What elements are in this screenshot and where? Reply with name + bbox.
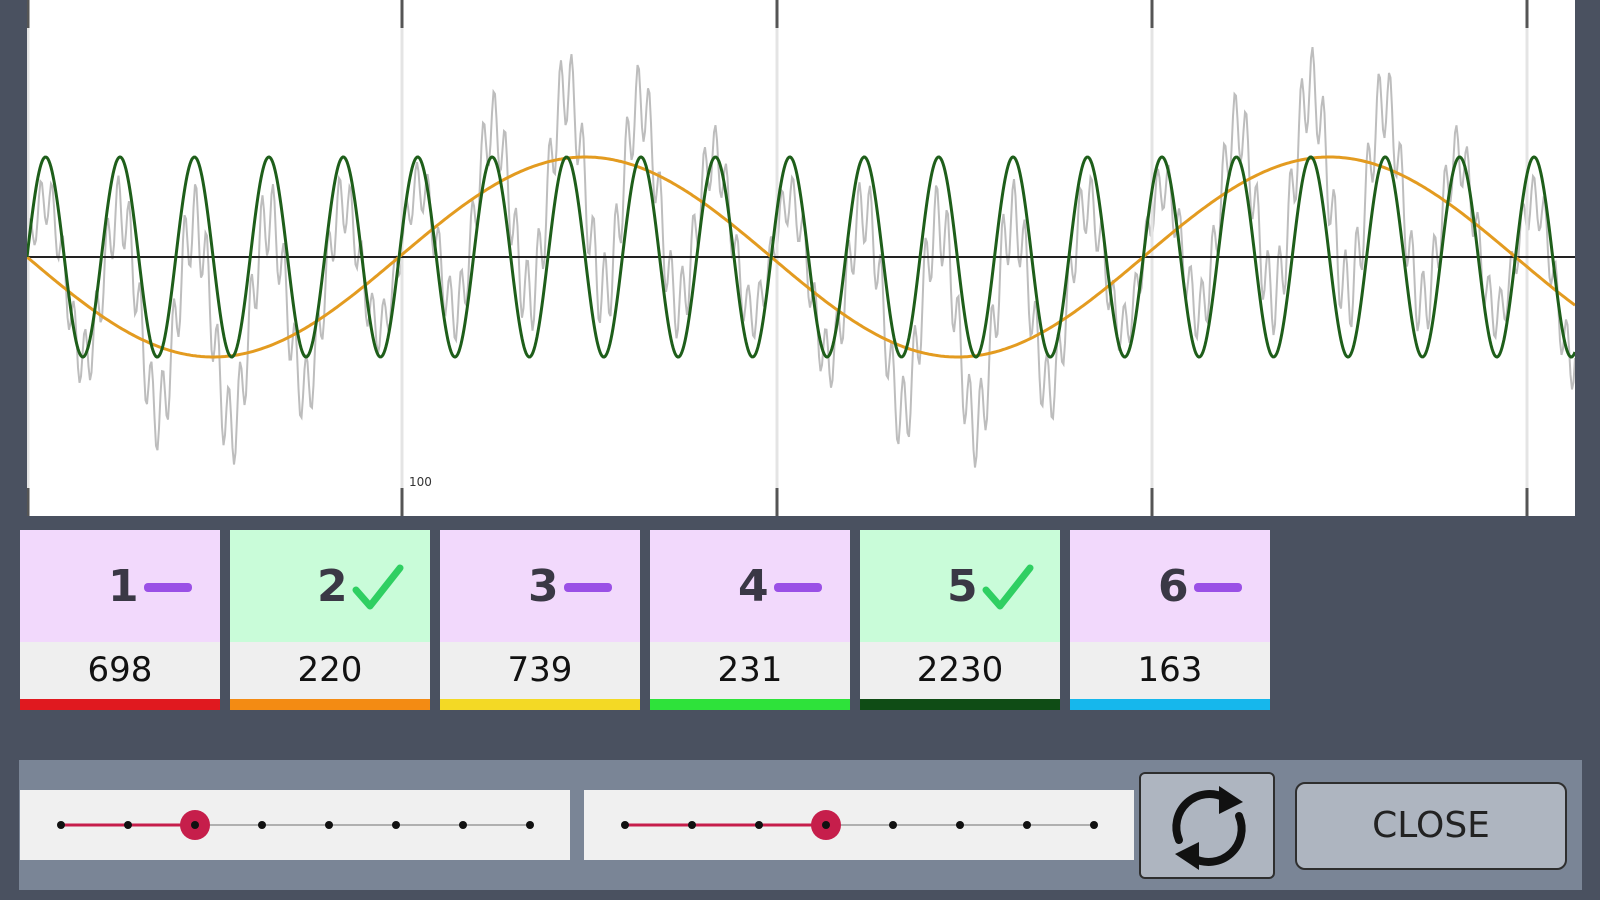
chip-number: 2: [317, 561, 348, 612]
slider-stop[interactable]: [124, 821, 132, 829]
slider-thumb-center: [822, 821, 830, 829]
channel-chip-4[interactable]: 4 231: [650, 530, 850, 710]
chip-header: 4: [650, 530, 850, 642]
slider-2[interactable]: [584, 790, 1134, 860]
slider-stop[interactable]: [325, 821, 333, 829]
dash-icon: [1194, 583, 1242, 592]
slider-stop[interactable]: [889, 821, 897, 829]
chip-header: 3: [440, 530, 640, 642]
refresh-icon: [1172, 786, 1246, 870]
chip-number: 6: [1158, 561, 1189, 612]
channel-chip-3[interactable]: 3 739: [440, 530, 640, 710]
waveform-svg: 100: [27, 0, 1575, 516]
slider-stop[interactable]: [621, 821, 629, 829]
dash-icon: [564, 583, 612, 592]
close-button[interactable]: CLOSE: [1295, 782, 1567, 870]
chip-value: 739: [440, 642, 640, 699]
chip-number: 5: [947, 561, 978, 612]
slider-stop[interactable]: [688, 821, 696, 829]
chip-header: 5: [860, 530, 1060, 642]
channel-chip-6[interactable]: 6 163: [1070, 530, 1270, 710]
chip-value: 2230: [860, 642, 1060, 699]
channel-chip-2[interactable]: 2 220: [230, 530, 430, 710]
chip-color-bar: [20, 699, 220, 710]
slider-stop[interactable]: [1023, 821, 1031, 829]
chip-color-bar: [230, 699, 430, 710]
chip-header: 6: [1070, 530, 1270, 642]
chip-number: 3: [528, 561, 559, 612]
chip-color-bar: [650, 699, 850, 710]
waveform-plot: 100: [27, 0, 1575, 516]
refresh-button[interactable]: [1139, 772, 1275, 879]
slider-2-track[interactable]: [584, 790, 1134, 860]
slider-stop[interactable]: [57, 821, 65, 829]
checkmark-icon: [352, 564, 404, 610]
chip-header: 2: [230, 530, 430, 642]
chip-header: 1: [20, 530, 220, 642]
checkmark-icon: [982, 564, 1034, 610]
slider-stop[interactable]: [526, 821, 534, 829]
chip-color-bar: [1070, 699, 1270, 710]
channel-chip-1[interactable]: 1 698: [20, 530, 220, 710]
chip-number: 4: [738, 561, 769, 612]
slider-1-track[interactable]: [20, 790, 570, 860]
chip-value: 220: [230, 642, 430, 699]
chip-value: 231: [650, 642, 850, 699]
chip-number: 1: [108, 561, 139, 612]
slider-stop[interactable]: [956, 821, 964, 829]
slider-thumb-center: [191, 821, 199, 829]
axis-marker-label: 100: [409, 475, 432, 489]
channel-chip-5[interactable]: 5 2230: [860, 530, 1060, 710]
slider-stop[interactable]: [1090, 821, 1098, 829]
slider-stop[interactable]: [258, 821, 266, 829]
chip-value: 163: [1070, 642, 1270, 699]
dash-icon: [774, 583, 822, 592]
dash-icon: [144, 583, 192, 592]
chip-value: 698: [20, 642, 220, 699]
chip-color-bar: [440, 699, 640, 710]
slider-stop[interactable]: [459, 821, 467, 829]
slider-stop[interactable]: [755, 821, 763, 829]
slider-1[interactable]: [20, 790, 570, 860]
slider-stop[interactable]: [392, 821, 400, 829]
chip-color-bar: [860, 699, 1060, 710]
